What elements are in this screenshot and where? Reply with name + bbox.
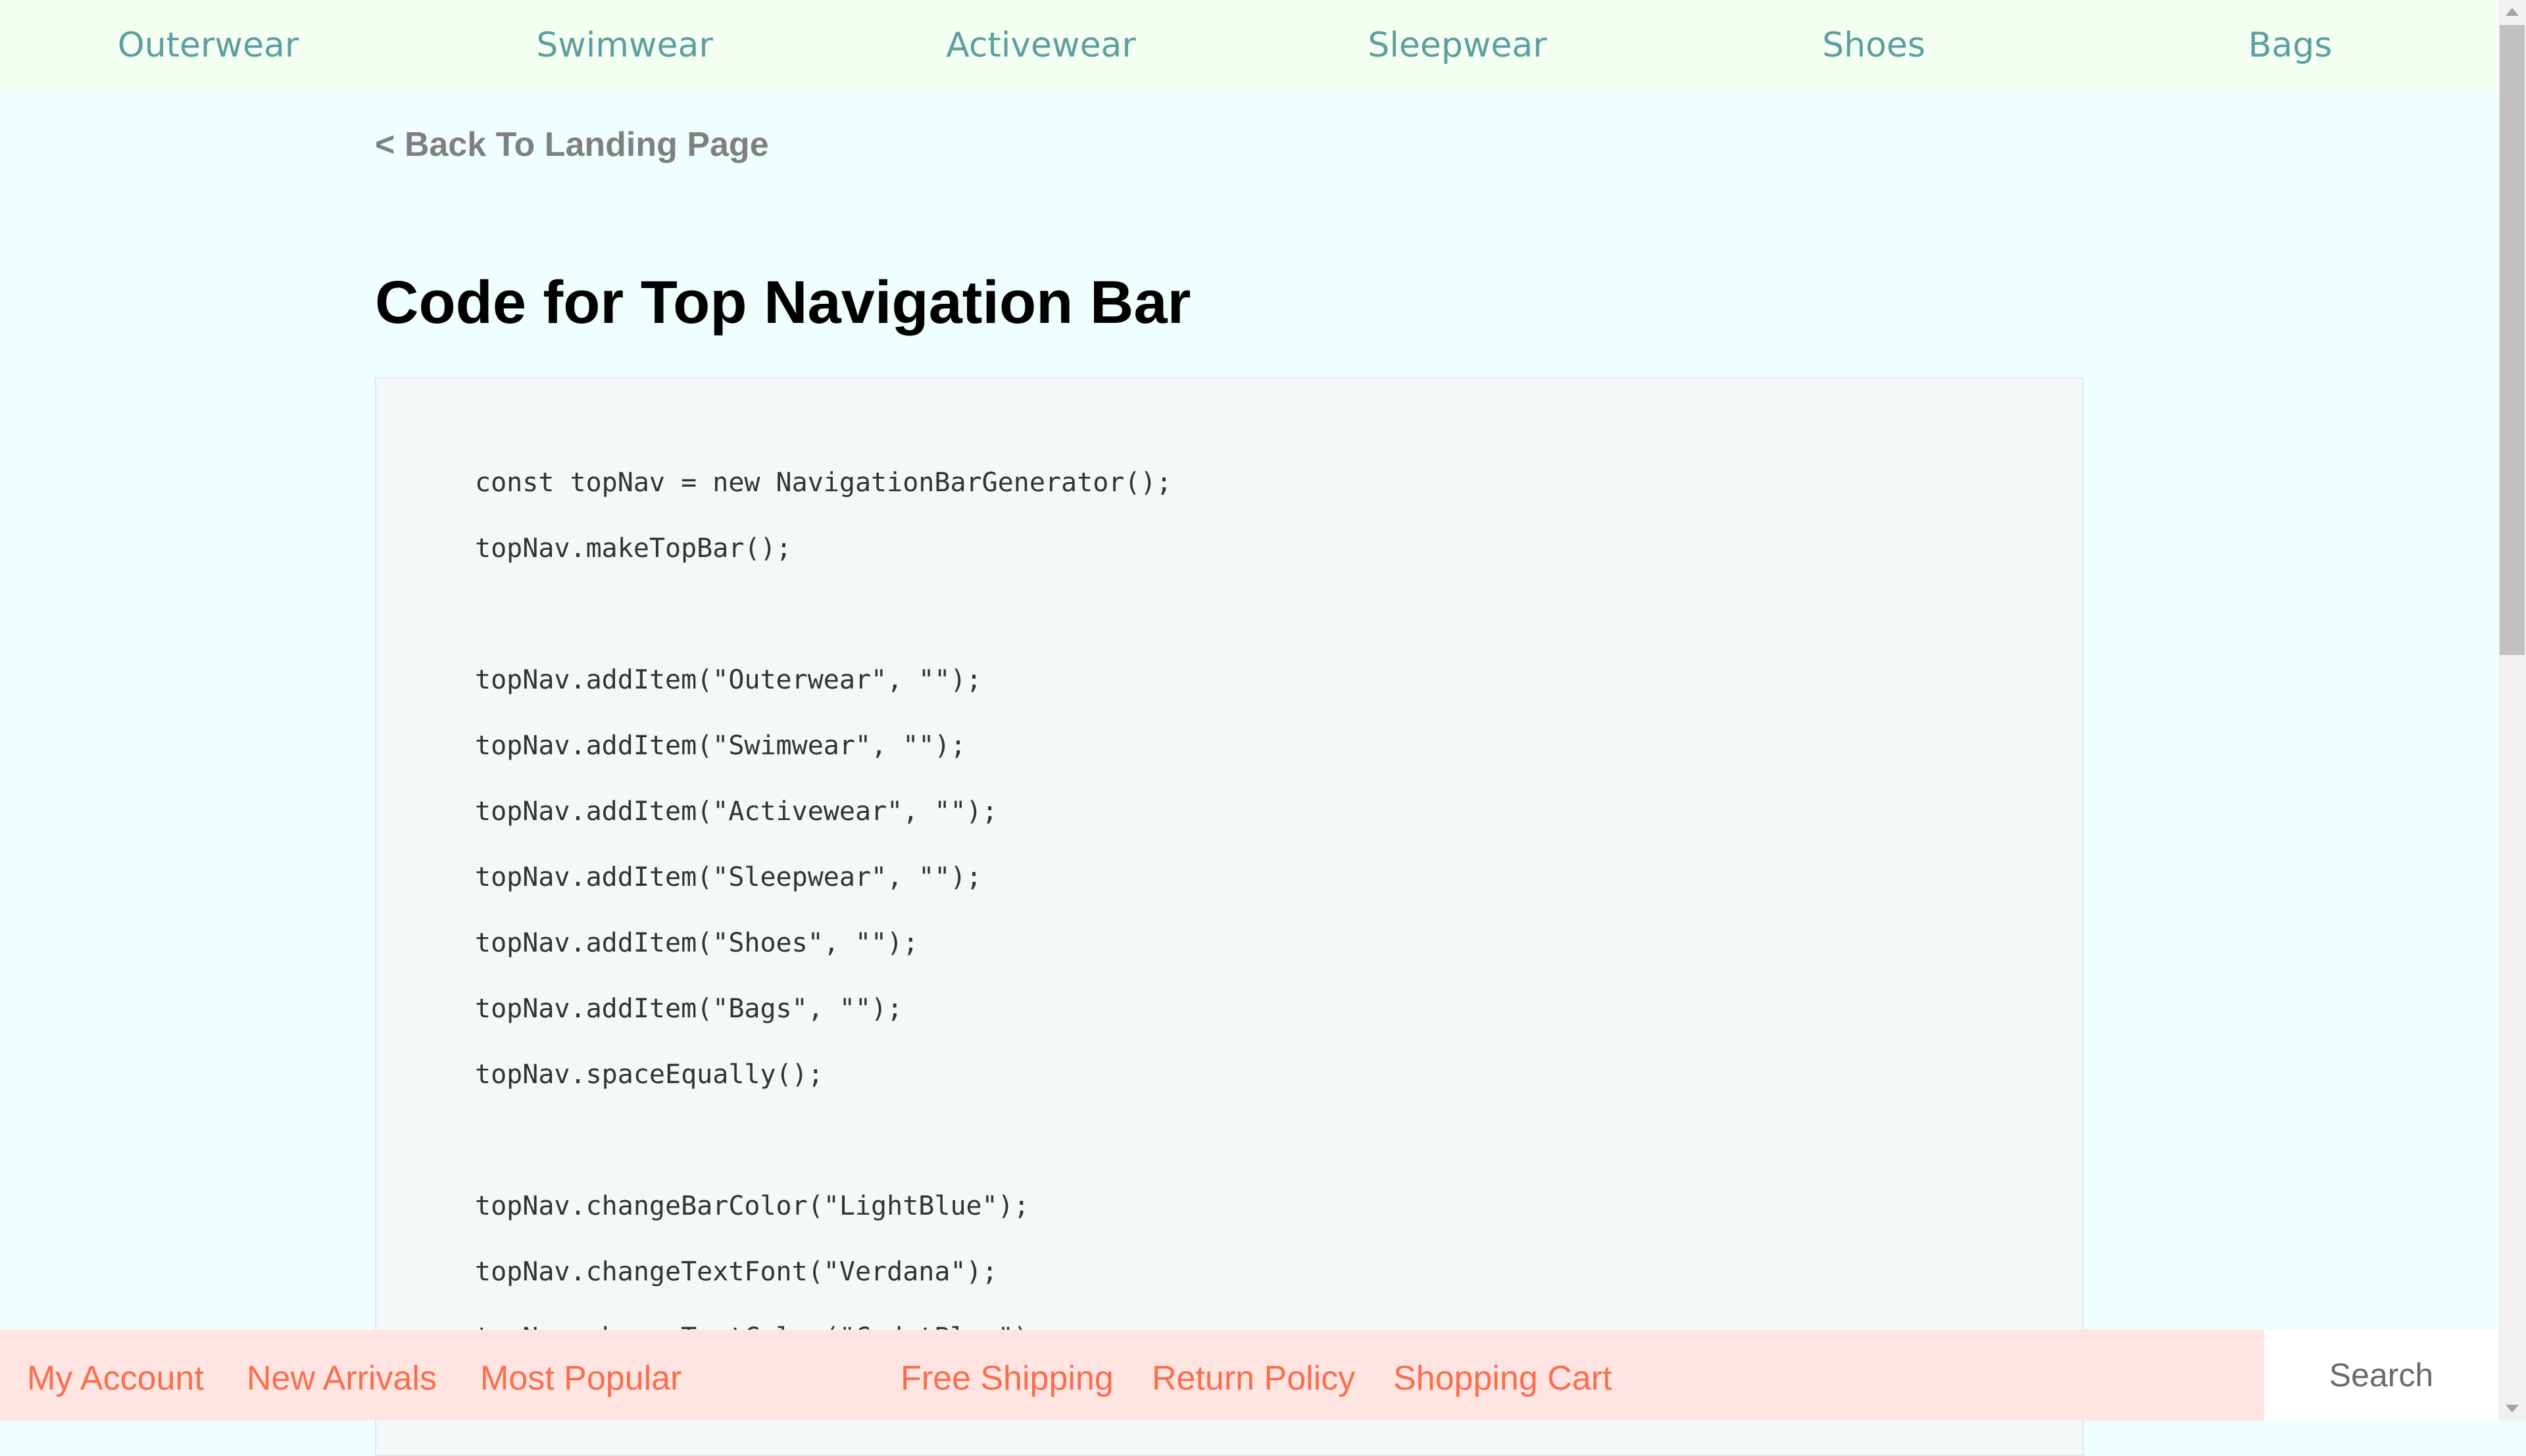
code-line: topNav.changeTextFont("Verdana"); (475, 1257, 998, 1287)
search-input[interactable] (2264, 1330, 2498, 1420)
bottom-item-return-policy[interactable]: Return Policy (1152, 1330, 1355, 1427)
code-lines: const topNav = new NavigationBarGenerato… (475, 450, 1172, 1371)
nav-item-activewear[interactable]: Activewear (833, 0, 1249, 91)
code-line: topNav.addItem("Swimwear", ""); (475, 731, 966, 761)
scroll-up-arrow-icon[interactable] (2498, 0, 2526, 24)
vertical-scrollbar[interactable] (2498, 0, 2526, 1420)
back-to-landing-link[interactable]: < Back To Landing Page (375, 125, 769, 164)
code-line: topNav.spaceEqually(); (475, 1059, 824, 1090)
top-navigation-bar: Outerwear Swimwear Activewear Sleepwear … (0, 0, 2498, 91)
bottom-item-my-account[interactable]: My Account (27, 1330, 204, 1427)
bottom-item-new-arrivals[interactable]: New Arrivals (247, 1330, 437, 1427)
bottom-item-most-popular[interactable]: Most Popular (480, 1330, 681, 1427)
code-line: topNav.addItem("Activewear", ""); (475, 796, 998, 827)
nav-item-sleepwear[interactable]: Sleepwear (1249, 0, 1666, 91)
code-line: const topNav = new NavigationBarGenerato… (475, 468, 1172, 498)
nav-item-outerwear[interactable]: Outerwear (0, 0, 416, 91)
code-line: topNav.addItem("Sleepwear", ""); (475, 862, 982, 892)
nav-item-shoes[interactable]: Shoes (1666, 0, 2082, 91)
code-line: topNav.changeBarColor("LightBlue"); (475, 1191, 1029, 1221)
code-line: topNav.makeTopBar(); (475, 533, 792, 564)
code-line: topNav.addItem("Bags", ""); (475, 994, 903, 1024)
nav-item-bags[interactable]: Bags (2082, 0, 2498, 91)
bottom-item-free-shipping[interactable]: Free Shipping (901, 1330, 1114, 1427)
page-title: Code for Top Navigation Bar (375, 269, 1191, 336)
scroll-thumb[interactable] (2500, 25, 2525, 655)
bottom-item-shopping-cart[interactable]: Shopping Cart (1393, 1330, 1612, 1427)
bottom-navigation-bar: My Account New Arrivals Most Popular Fre… (0, 1330, 2498, 1420)
nav-item-swimwear[interactable]: Swimwear (416, 0, 833, 91)
code-line: topNav.addItem("Shoes", ""); (475, 928, 919, 958)
code-line: topNav.addItem("Outerwear", ""); (475, 665, 982, 695)
code-block: const topNav = new NavigationBarGenerato… (375, 377, 2084, 1456)
scroll-down-arrow-icon[interactable] (2498, 1397, 2526, 1420)
